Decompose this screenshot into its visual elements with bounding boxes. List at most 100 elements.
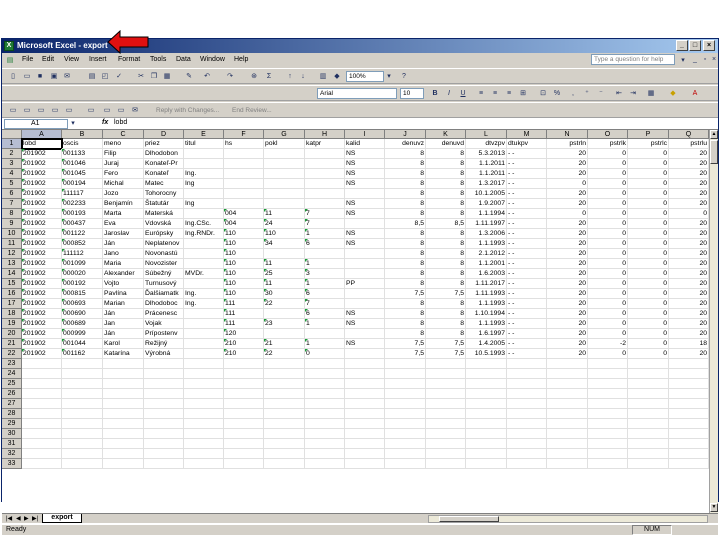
cell-i15[interactable]: PP	[345, 279, 385, 289]
cell-f33[interactable]	[224, 459, 264, 469]
cell-o21[interactable]: -2	[588, 339, 628, 349]
cell-j14[interactable]: 8	[385, 269, 426, 279]
cell-q29[interactable]	[669, 419, 709, 429]
cell-g10[interactable]: 110	[264, 229, 305, 239]
cell-d23[interactable]	[144, 359, 184, 369]
cell-a11[interactable]: 201902	[22, 239, 62, 249]
font-color-icon[interactable]: A	[690, 89, 700, 98]
cell-b4[interactable]: 001045	[62, 169, 103, 179]
review-icon-3[interactable]: ▭	[36, 106, 46, 115]
cell-l3[interactable]: 1.1.2011	[466, 159, 507, 169]
cell-l15[interactable]: 1.11.2017	[466, 279, 507, 289]
cell-m4[interactable]: - -	[507, 169, 547, 179]
cell-i11[interactable]: NS	[345, 239, 385, 249]
cell-a25[interactable]	[22, 379, 62, 389]
cell-j5[interactable]: 8	[385, 179, 426, 189]
cell-p25[interactable]	[628, 379, 669, 389]
cell-n23[interactable]	[547, 359, 588, 369]
cell-h16[interactable]: 6	[305, 289, 345, 299]
menu-view[interactable]: View	[64, 56, 79, 63]
cell-b16[interactable]: 000815	[62, 289, 103, 299]
column-header-k[interactable]: K	[426, 130, 466, 139]
cell-h12[interactable]	[305, 249, 345, 259]
cell-n12[interactable]: 20	[547, 249, 588, 259]
cell-f9[interactable]: 004	[224, 219, 264, 229]
reply-with-changes-button[interactable]: Reply with Changes...	[156, 107, 219, 114]
cell-l22[interactable]: 10.5.1993	[466, 349, 507, 359]
cut-icon[interactable]: ✂	[136, 72, 146, 81]
cell-b1[interactable]: oscis	[62, 139, 103, 149]
cell-g12[interactable]	[264, 249, 305, 259]
cell-h14[interactable]: 3	[305, 269, 345, 279]
row-header[interactable]: 31	[2, 439, 22, 449]
cell-i1[interactable]: kalid	[345, 139, 385, 149]
cell-q30[interactable]	[669, 429, 709, 439]
cell-e29[interactable]	[184, 419, 224, 429]
row-header[interactable]: 7	[2, 199, 22, 209]
cell-o5[interactable]: 0	[588, 179, 628, 189]
row-header[interactable]: 10	[2, 229, 22, 239]
doc-minimize-button[interactable]: _	[690, 55, 700, 64]
cell-c21[interactable]: Karol	[103, 339, 144, 349]
excel-app-icon[interactable]: X	[4, 41, 14, 51]
scroll-up-icon[interactable]: ▲	[710, 130, 718, 139]
cell-k1[interactable]: denuvd	[426, 139, 466, 149]
cell-d3[interactable]: Konateľ-Pr	[144, 159, 184, 169]
cell-f25[interactable]	[224, 379, 264, 389]
first-sheet-icon[interactable]: |◀	[6, 515, 12, 522]
cell-f26[interactable]	[224, 389, 264, 399]
open-icon[interactable]: ▭	[22, 72, 32, 81]
cell-h19[interactable]: 1	[305, 319, 345, 329]
cell-b13[interactable]: 001099	[62, 259, 103, 269]
cell-j24[interactable]	[385, 369, 426, 379]
column-header-j[interactable]: J	[385, 130, 426, 139]
cell-m16[interactable]: - -	[507, 289, 547, 299]
cell-o19[interactable]: 0	[588, 319, 628, 329]
row-header[interactable]: 17	[2, 299, 22, 309]
cell-c12[interactable]: Jano	[103, 249, 144, 259]
cell-p19[interactable]: 0	[628, 319, 669, 329]
cell-e5[interactable]: Ing	[184, 179, 224, 189]
cell-c16[interactable]: Pavlína	[103, 289, 144, 299]
cell-k7[interactable]: 8	[426, 199, 466, 209]
cell-k14[interactable]: 8	[426, 269, 466, 279]
cell-e18[interactable]	[184, 309, 224, 319]
cell-g27[interactable]	[264, 399, 305, 409]
cell-n29[interactable]	[547, 419, 588, 429]
zoom-dropdown-icon[interactable]: ▾	[384, 72, 394, 81]
cell-h22[interactable]: 0	[305, 349, 345, 359]
cell-k18[interactable]: 8	[426, 309, 466, 319]
cell-k26[interactable]	[426, 389, 466, 399]
cell-l24[interactable]	[466, 369, 507, 379]
cell-p30[interactable]	[628, 429, 669, 439]
cell-k21[interactable]: 7,5	[426, 339, 466, 349]
cell-h17[interactable]: 7	[305, 299, 345, 309]
cell-k17[interactable]: 8	[426, 299, 466, 309]
cell-g1[interactable]: pokl	[264, 139, 305, 149]
column-header-d[interactable]: D	[144, 130, 184, 139]
bold-icon[interactable]: B	[430, 89, 440, 98]
cell-c23[interactable]	[103, 359, 144, 369]
cell-q2[interactable]: 20	[669, 149, 709, 159]
cell-c4[interactable]: Fero	[103, 169, 144, 179]
cell-j23[interactable]	[385, 359, 426, 369]
cell-a27[interactable]	[22, 399, 62, 409]
cell-g15[interactable]: 11	[264, 279, 305, 289]
cell-l6[interactable]: 10.1.2005	[466, 189, 507, 199]
cell-q24[interactable]	[669, 369, 709, 379]
cell-p12[interactable]: 0	[628, 249, 669, 259]
row-header[interactable]: 20	[2, 329, 22, 339]
cell-j12[interactable]: 8	[385, 249, 426, 259]
column-header-p[interactable]: P	[628, 130, 669, 139]
cell-g26[interactable]	[264, 389, 305, 399]
sort-descending-icon[interactable]: ↓	[298, 72, 308, 81]
cell-a32[interactable]	[22, 449, 62, 459]
cell-j33[interactable]	[385, 459, 426, 469]
cell-n4[interactable]: 20	[547, 169, 588, 179]
cell-q25[interactable]	[669, 379, 709, 389]
menu-help[interactable]: Help	[234, 56, 248, 63]
cell-g3[interactable]	[264, 159, 305, 169]
sort-ascending-icon[interactable]: ↑	[285, 72, 295, 81]
cell-e21[interactable]	[184, 339, 224, 349]
cell-f28[interactable]	[224, 409, 264, 419]
